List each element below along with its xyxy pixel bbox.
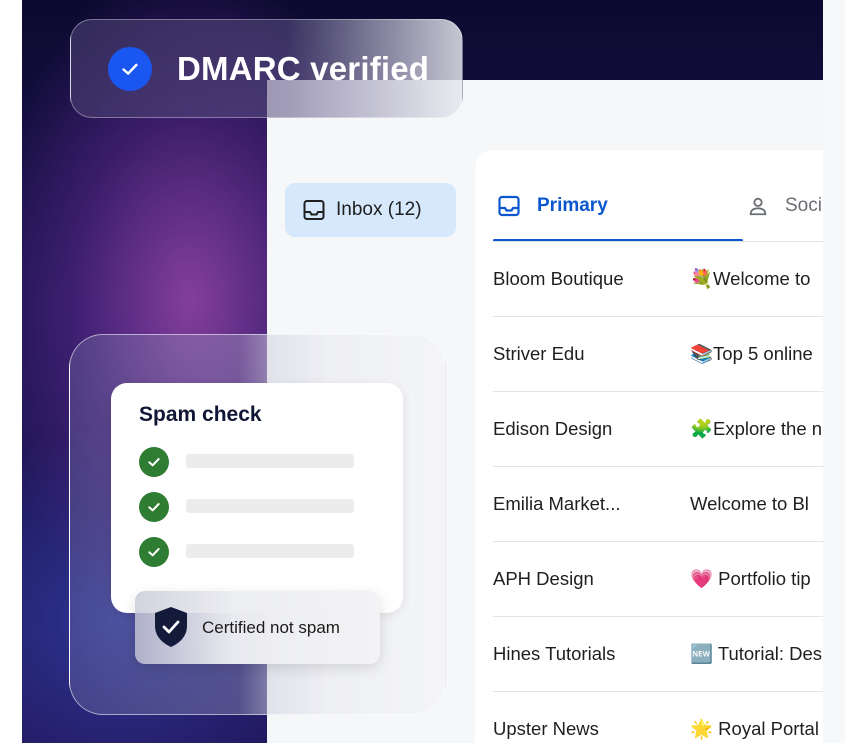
email-row[interactable]: Bloom Boutique 💐Welcome to — [493, 242, 823, 317]
mail-tabs: Primary Soci — [493, 170, 823, 242]
email-subject: 📚Top 5 online — [690, 343, 813, 364]
email-subject: 💐Welcome to — [690, 268, 811, 289]
check-icon — [139, 447, 169, 477]
tab-label: Soci — [785, 195, 822, 216]
spam-check-title: Spam check — [139, 403, 262, 426]
email-subject: 💗 Portfolio tip — [690, 568, 811, 589]
email-subject: 🆕 Tutorial: Des — [690, 643, 823, 664]
email-subject: Welcome to Bl — [690, 493, 809, 514]
email-subject: 🌟 Royal Portal — [690, 718, 819, 739]
certified-not-spam-badge: Certified not spam — [135, 591, 380, 664]
inbox-tray-icon — [498, 195, 520, 217]
tab-primary[interactable]: Primary — [493, 170, 743, 242]
email-sender: APH Design — [493, 568, 594, 589]
email-subject: 🧩Explore the n — [690, 418, 823, 439]
person-icon — [749, 197, 767, 216]
email-sender: Bloom Boutique — [493, 268, 624, 289]
left-edge — [0, 0, 22, 743]
dmarc-label: DMARC verified — [177, 50, 430, 87]
sidebar-item-label: Inbox (12) — [336, 199, 422, 220]
placeholder-bar — [186, 544, 354, 558]
email-sender: Edison Design — [493, 418, 613, 439]
email-list: Bloom Boutique 💐Welcome to Striver Edu 📚… — [493, 242, 823, 743]
tab-label: Primary — [537, 195, 608, 216]
check-icon — [108, 47, 152, 91]
check-icon — [139, 537, 169, 567]
email-sender: Upster News — [493, 718, 599, 739]
dmarc-verified-badge: DMARC verified — [70, 19, 463, 118]
certified-label: Certified not spam — [202, 618, 340, 637]
email-row[interactable]: Upster News 🌟 Royal Portal — [493, 692, 823, 743]
email-sender: Emilia Market... — [493, 493, 621, 514]
shield-check-icon — [155, 607, 187, 647]
sidebar-item-inbox[interactable]: Inbox (12) — [285, 183, 456, 237]
email-row[interactable]: APH Design 💗 Portfolio tip — [493, 542, 823, 617]
email-sender: Hines Tutorials — [493, 643, 616, 664]
spam-check-card: Spam check — [111, 383, 403, 613]
email-sender: Striver Edu — [493, 343, 585, 364]
email-row[interactable]: Striver Edu 📚Top 5 online — [493, 317, 823, 392]
inbox-tray-icon — [303, 200, 325, 220]
placeholder-bar — [186, 454, 354, 468]
email-row[interactable]: Emilia Market... Welcome to Bl — [493, 467, 823, 542]
email-row[interactable]: Hines Tutorials 🆕 Tutorial: Des — [493, 617, 823, 692]
tab-social[interactable]: Soci — [747, 170, 827, 242]
right-edge — [823, 0, 845, 743]
email-row[interactable]: Edison Design 🧩Explore the n — [493, 392, 823, 467]
placeholder-bar — [186, 499, 354, 513]
check-icon — [139, 492, 169, 522]
